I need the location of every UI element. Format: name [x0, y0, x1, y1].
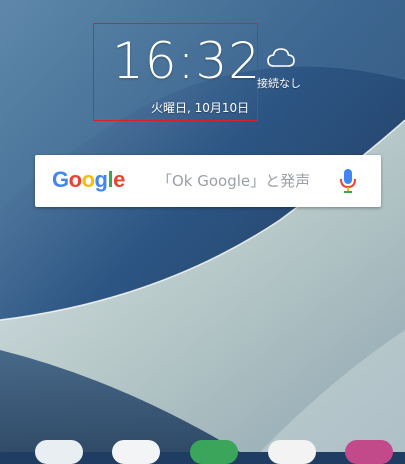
microphone-icon[interactable]	[339, 168, 357, 194]
search-hint[interactable]: 「Ok Google」と発声	[157, 172, 310, 190]
dock-app-icon[interactable]	[35, 440, 83, 464]
dock-app-icon[interactable]	[190, 440, 238, 464]
dock-app-icon[interactable]	[345, 440, 393, 464]
logo-letter: o	[81, 167, 95, 192]
logo-letter: G	[52, 167, 69, 192]
logo-letter: g	[94, 167, 108, 192]
weather-status[interactable]: 接続なし	[257, 78, 301, 89]
google-logo: Google	[52, 167, 125, 193]
cloud-icon[interactable]	[266, 46, 296, 68]
selection-highlight	[93, 23, 258, 121]
google-search-bar[interactable]: Google 「Ok Google」と発声	[35, 155, 381, 207]
dock-app-icon[interactable]	[268, 440, 316, 464]
logo-letter: o	[68, 167, 82, 192]
dock-app-icon[interactable]	[112, 440, 160, 464]
logo-letter: e	[113, 167, 125, 192]
